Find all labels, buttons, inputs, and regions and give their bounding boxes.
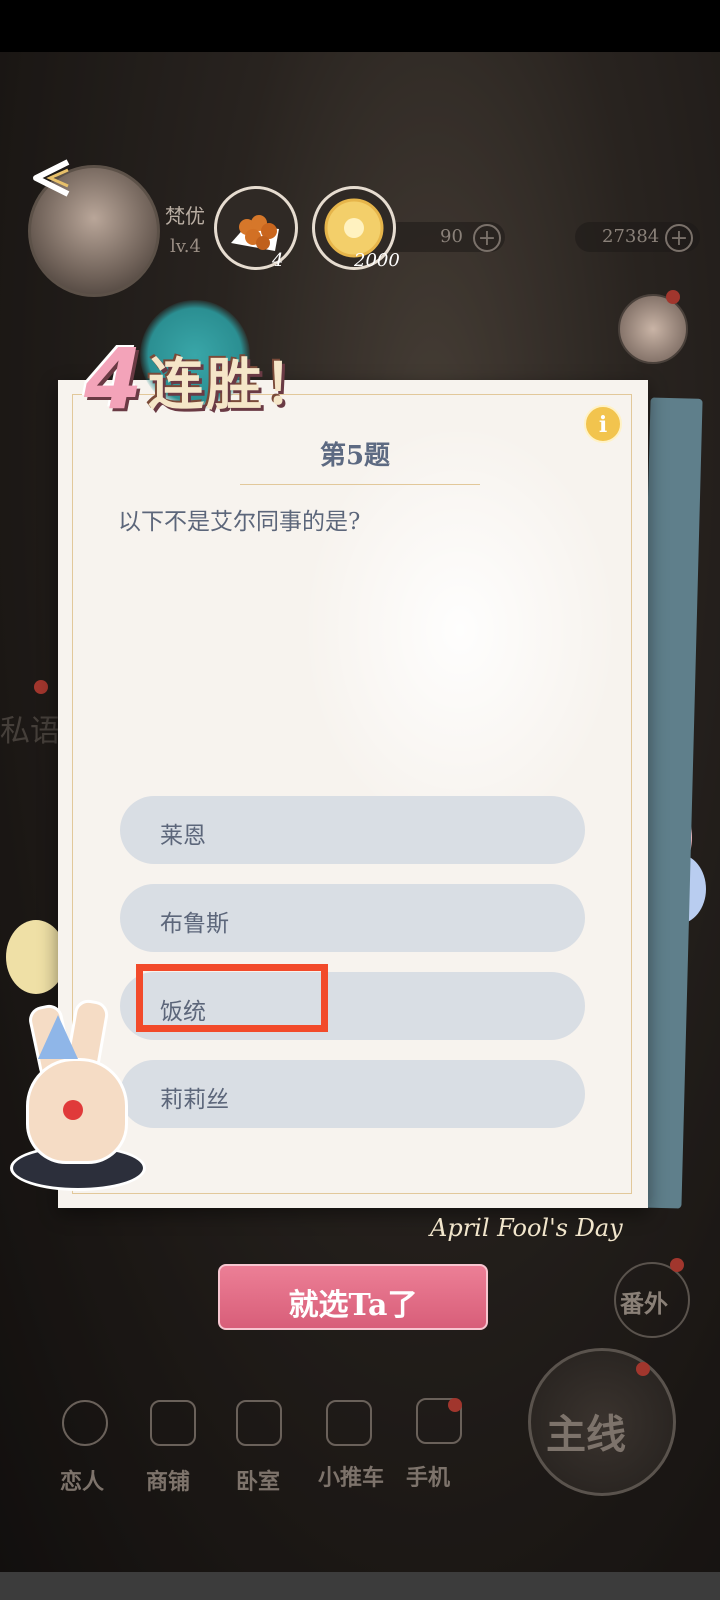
question-text: 以下不是艾尔同事的是? (118, 509, 361, 535)
answer-option-label: 布鲁斯 (160, 911, 229, 937)
lover-icon[interactable] (62, 1400, 108, 1446)
streak-label: 连胜！ (148, 352, 322, 418)
add-resource-1-button[interactable]: + (473, 224, 501, 252)
character-avatar[interactable] (618, 294, 688, 364)
question-number: 第5题 (319, 441, 391, 471)
waffle-reward-count: 4 (272, 250, 284, 271)
answer-option-label: 莱恩 (160, 823, 206, 849)
main-story-label: 主线 (546, 1411, 626, 1458)
highlight-box (136, 964, 328, 1032)
clown-nose (63, 1100, 83, 1120)
back-arrow-icon[interactable] (28, 158, 78, 198)
info-icon[interactable]: i (584, 405, 622, 443)
status-bar (0, 0, 720, 52)
waffle-reward-icon (214, 186, 298, 270)
nav-item-phone[interactable]: 手机 (406, 1460, 450, 1492)
notification-dot (34, 680, 48, 694)
add-resource-2-button[interactable]: + (665, 224, 693, 252)
notification-dot (670, 1258, 684, 1272)
bedroom-icon[interactable] (236, 1400, 282, 1446)
resource-2-value: 27384 (602, 226, 660, 247)
title-divider (240, 484, 480, 485)
party-hat (38, 1015, 78, 1059)
cart-icon[interactable] (326, 1400, 372, 1446)
answer-option-label: 莉莉丝 (160, 1087, 229, 1113)
notification-dot (448, 1398, 462, 1412)
streak-count: 4 (84, 330, 143, 428)
nav-item-lover[interactable]: 恋人 (60, 1464, 104, 1496)
player-level: lv.4 (170, 236, 201, 257)
nav-item-cart[interactable]: 小推车 (318, 1460, 384, 1492)
bottom-strip (0, 1572, 720, 1600)
nav-item-shop[interactable]: 商铺 (146, 1464, 190, 1496)
confirm-button-label: 就选Ta了 (288, 1288, 418, 1323)
notification-dot (636, 1362, 650, 1376)
notification-dot (666, 290, 680, 304)
coin-reward-count: 2000 (354, 250, 400, 271)
extra-story-label: 番外 (620, 1289, 668, 1318)
nav-item-bedroom[interactable]: 卧室 (236, 1464, 280, 1496)
player-name: 梵优 (165, 204, 205, 228)
resource-1-value: 90 (440, 226, 463, 247)
shop-bag-icon[interactable] (150, 1400, 196, 1446)
card-footer-script: April Fool's Day (430, 1214, 623, 1242)
balloon-decoration (6, 920, 66, 994)
